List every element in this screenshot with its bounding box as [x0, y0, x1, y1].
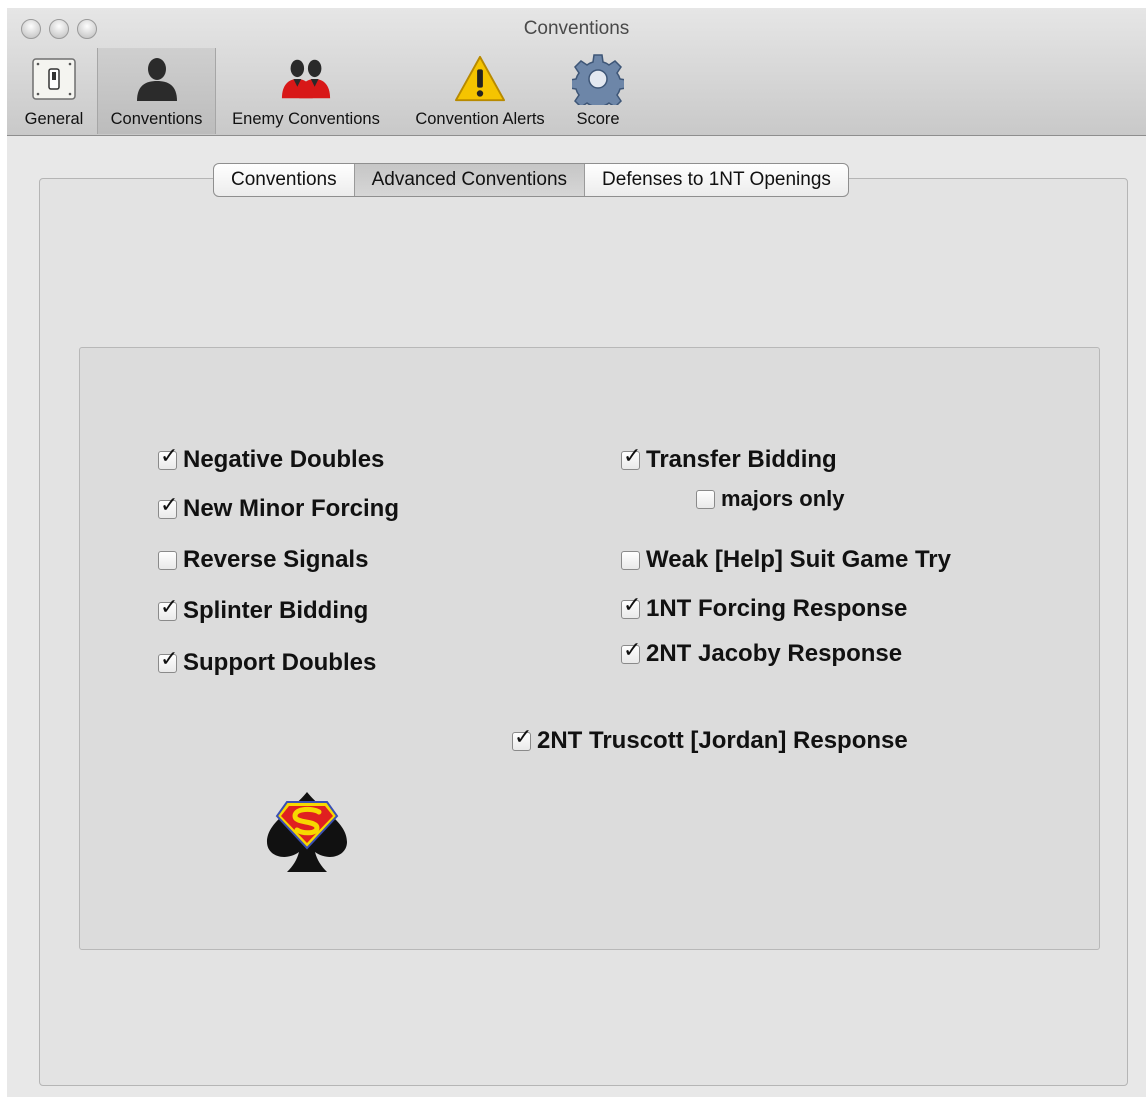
gear-icon: [572, 53, 624, 105]
negative-doubles-label: Negative Doubles: [183, 446, 385, 473]
reverse-signals-checkbox[interactable]: Reverse Signals: [158, 546, 368, 574]
checkbox-box[interactable]: ✓: [158, 444, 178, 470]
preferences-window: Conventions General Conventions Enemy Co…: [7, 8, 1146, 1097]
tab-selector: Conventions Advanced Conventions Defense…: [213, 163, 849, 197]
tab-advanced-conventions[interactable]: Advanced Conventions: [354, 164, 586, 196]
checkbox-box[interactable]: ✓: [621, 444, 641, 470]
checkbox-box[interactable]: ✓: [621, 593, 641, 619]
checkmark-icon: ✓: [623, 442, 642, 468]
nt-jacoby-response-label: 2NT Jacoby Response: [646, 640, 903, 667]
checkmark-icon: ✓: [160, 593, 179, 619]
support-doubles-label: Support Doubles: [183, 649, 377, 676]
title-bar: Conventions General Conventions Enemy Co…: [7, 8, 1146, 136]
transfer-bidding-label: Transfer Bidding: [646, 446, 837, 473]
toolbar-label-score: Score: [576, 110, 620, 128]
toolbar-label-general: General: [24, 110, 84, 128]
majors-only-checkbox[interactable]: majors only: [696, 486, 844, 512]
nt-forcing-response-checkbox[interactable]: ✓ 1NT Forcing Response: [621, 593, 908, 623]
tab-conventions[interactable]: Conventions: [214, 164, 355, 196]
switch-icon: [28, 53, 80, 105]
new-minor-forcing-checkbox[interactable]: ✓ New Minor Forcing: [158, 493, 399, 523]
splinter-bidding-label: Splinter Bidding: [183, 597, 369, 624]
super-spade-logo-icon: [263, 788, 351, 874]
weak-help-suit-checkbox[interactable]: Weak [Help] Suit Game Try: [621, 546, 951, 574]
majors-only-label: majors only: [721, 486, 845, 511]
transfer-bidding-checkbox[interactable]: ✓ Transfer Bidding: [621, 444, 837, 474]
checkbox-box[interactable]: [158, 550, 177, 570]
checkmark-icon: ✓: [623, 591, 642, 617]
nt-truscott-response-label: 2NT Truscott [Jordan] Response: [537, 727, 908, 754]
nt-truscott-response-checkbox[interactable]: ✓ 2NT Truscott [Jordan] Response: [512, 725, 908, 755]
toolbar-item-score[interactable]: Score: [563, 48, 633, 134]
tab-defenses-1nt[interactable]: Defenses to 1NT Openings: [585, 164, 848, 196]
enemy-people-icon: [280, 53, 332, 105]
checkbox-box[interactable]: ✓: [621, 638, 641, 664]
toolbar-item-enemy-conventions[interactable]: Enemy Conventions: [217, 48, 395, 134]
support-doubles-checkbox[interactable]: ✓ Support Doubles: [158, 647, 377, 677]
checkmark-icon: ✓: [623, 636, 642, 662]
checkmark-icon: ✓: [160, 491, 179, 517]
reverse-signals-label: Reverse Signals: [183, 546, 369, 573]
checkmark-icon: ✓: [514, 723, 533, 749]
checkbox-box[interactable]: [696, 489, 715, 509]
splinter-bidding-checkbox[interactable]: ✓ Splinter Bidding: [158, 595, 369, 625]
warning-icon: [454, 53, 506, 105]
toolbar-label-conventions: Conventions: [110, 110, 203, 128]
person-icon: [131, 53, 183, 105]
checkbox-box[interactable]: ✓: [158, 647, 178, 673]
checkbox-box[interactable]: ✓: [158, 493, 178, 519]
toolbar-item-conventions[interactable]: Conventions: [97, 48, 216, 134]
toolbar-item-general[interactable]: General: [9, 48, 99, 134]
checkbox-box[interactable]: ✓: [158, 595, 178, 621]
checkmark-icon: ✓: [160, 442, 179, 468]
toolbar-label-enemy-conventions: Enemy Conventions: [232, 110, 380, 128]
nt-jacoby-response-checkbox[interactable]: ✓ 2NT Jacoby Response: [621, 638, 903, 668]
toolbar-item-convention-alerts[interactable]: Convention Alerts: [399, 48, 561, 134]
nt-forcing-response-label: 1NT Forcing Response: [646, 595, 908, 622]
checkmark-icon: ✓: [160, 645, 179, 671]
checkbox-box[interactable]: ✓: [512, 725, 532, 751]
checkbox-box[interactable]: [621, 550, 640, 570]
preferences-toolbar: General Conventions Enemy Conventions Co…: [7, 48, 1146, 134]
negative-doubles-checkbox[interactable]: ✓ Negative Doubles: [158, 444, 385, 474]
new-minor-forcing-label: New Minor Forcing: [183, 495, 399, 522]
weak-help-suit-label: Weak [Help] Suit Game Try: [646, 546, 951, 573]
toolbar-label-convention-alerts: Convention Alerts: [415, 110, 545, 128]
window-title: Conventions: [523, 18, 630, 39]
